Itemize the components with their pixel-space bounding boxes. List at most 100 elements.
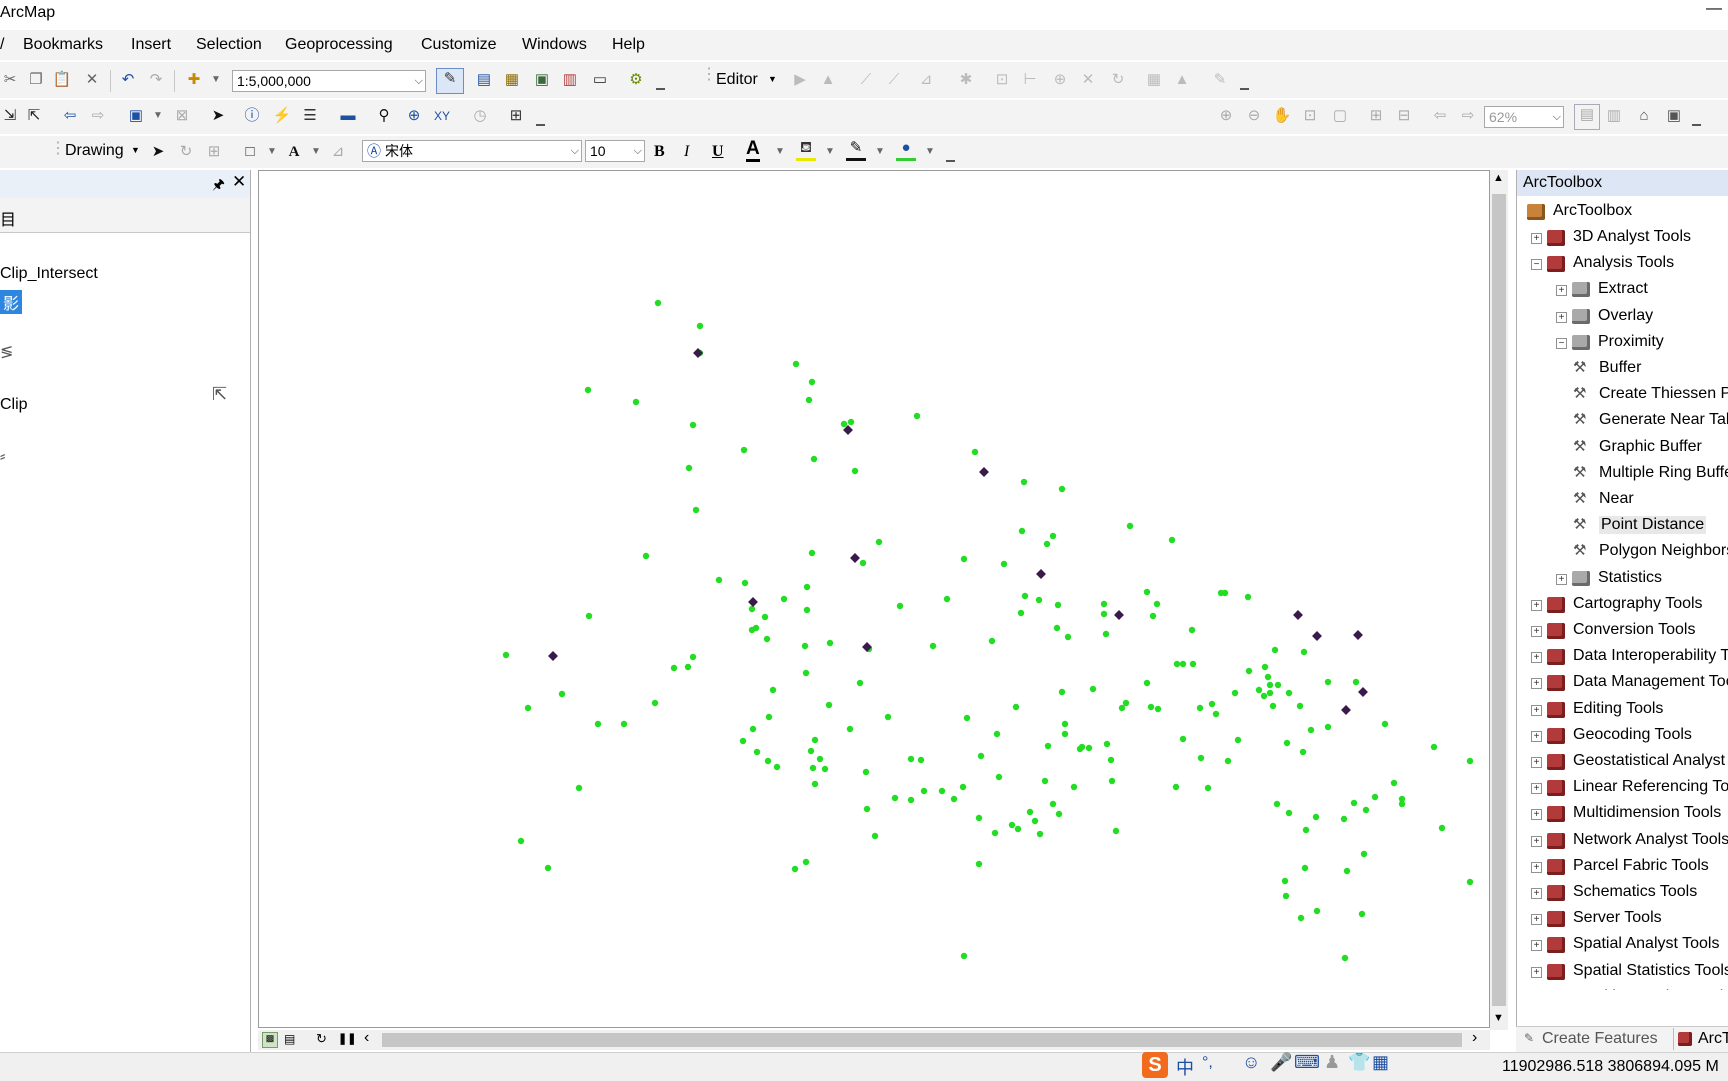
expand-icon[interactable]: + [1531,705,1542,716]
menu-bookmarks[interactable]: Bookmarks [23,36,103,54]
expand-icon[interactable]: + [1531,652,1542,663]
skin-icon[interactable]: 👕 [1348,1052,1370,1073]
construction-tools-icon[interactable]: ⊿ [916,70,936,90]
select-dropdown-icon[interactable]: ▼ [148,106,168,126]
add-data-dropdown-icon[interactable]: ▼ [206,70,226,90]
undo-icon[interactable]: ↶ [118,70,138,90]
toolbar-overflow-icon[interactable] [656,74,665,90]
tree-item[interactable]: ⚒Multiple Ring Buffer [1517,462,1728,486]
tree-item[interactable]: +Linear Referencing Tools [1517,776,1728,800]
tree-item[interactable]: +Spatial Statistics Tools [1517,960,1728,984]
sogou-ime-icon[interactable]: S [1142,1052,1168,1078]
menu-selection[interactable]: Selection [196,36,262,54]
tree-item[interactable]: +Statistics [1517,567,1728,591]
pause-drawing-icon[interactable]: ❚❚ [338,1032,356,1045]
fixed-zoom-out-icon[interactable]: ⇱ [24,106,44,126]
data-driven-pages-icon[interactable]: ▣ [1664,106,1684,126]
expand-icon[interactable]: + [1531,940,1542,951]
layout-view-icon[interactable]: ▤ [284,1032,295,1046]
underline-button[interactable]: U [712,143,724,161]
text-icon[interactable]: A [284,142,304,162]
expand-icon[interactable]: + [1531,731,1542,742]
scroll-up-icon[interactable]: ▲ [1493,172,1504,184]
toolbar-overflow-icon[interactable] [946,146,955,162]
tree-item[interactable]: +Server Tools [1517,907,1728,931]
select-elements-icon[interactable]: ➤ [208,106,228,126]
tree-item[interactable]: ⚒Generate Near Table [1517,409,1728,433]
menu-geoprocessing[interactable]: Geoprocessing [285,36,393,54]
add-data-icon[interactable]: ✚ [184,70,204,90]
expand-icon[interactable]: + [1531,757,1542,768]
menu-help[interactable]: Help [612,36,645,54]
tree-item[interactable]: +Network Analyst Tools [1517,829,1728,853]
expand-icon[interactable]: + [1531,600,1542,611]
punctuation-icon[interactable]: °, [1202,1054,1213,1072]
tree-item[interactable]: ⚒Buffer [1517,357,1728,381]
arctoolbox-icon[interactable]: ▥ [560,70,580,90]
select-elements-icon[interactable]: ➤ [148,142,168,162]
data-view-icon[interactable]: ▩ [262,1032,278,1048]
chevron-down-icon[interactable]: ⌵ [415,71,423,91]
font-size-combo[interactable]: 10 ⌵ [585,140,645,162]
chevron-down-icon[interactable]: ⌵ [634,141,642,161]
tree-item[interactable]: ⚒Graphic Buffer [1517,436,1728,460]
toolbar-overflow-icon[interactable] [1240,74,1249,90]
expand-icon[interactable]: + [1531,233,1542,244]
endpoint-arc-icon[interactable]: ⟋ [884,70,904,90]
fixed-zoom-in-icon[interactable]: ⇲ [0,106,20,126]
tree-item[interactable]: +Geocoding Tools [1517,724,1728,748]
delete-icon[interactable]: ✕ [82,70,102,90]
layer-clip[interactable]: Clip [0,396,28,414]
layout-zoom-combo[interactable]: 62% ⌵ [1484,106,1564,128]
editor-toolbar-toggle-icon[interactable]: ✎ [436,68,464,94]
chevron-down-icon[interactable]: ⌵ [571,141,579,161]
expand-icon[interactable]: + [1531,836,1542,847]
tree-item[interactable]: +Editing Tools [1517,698,1728,722]
italic-button[interactable]: I [684,143,689,161]
text-dropdown-icon[interactable]: ▼ [306,142,326,162]
drawing-dropdown-icon[interactable]: ▼ [131,145,140,155]
emoji-icon[interactable]: ☺ [1242,1052,1260,1073]
forward-extent-icon[interactable]: ⇨ [88,106,108,126]
font-name-combo[interactable]: Ⓐ宋体 ⌵ [362,140,582,162]
layout-zoom-out-icon[interactable]: ⊖ [1244,106,1264,126]
rotate-icon[interactable]: ↻ [1108,70,1128,90]
expand-icon[interactable]: + [1556,574,1567,585]
layer-clip-intersect[interactable]: Clip_Intersect [0,265,98,283]
go-forward-extent-icon[interactable]: ⇨ [1458,106,1478,126]
create-viewer-window-icon[interactable]: ⊞ [506,106,526,126]
tree-item[interactable]: +Extract [1517,278,1728,302]
change-layout-icon[interactable]: ⌂ [1634,106,1654,126]
fill-color-icon[interactable]: ⛾ [796,138,816,161]
line-color-icon[interactable]: ✎ [846,138,866,161]
edit-tool-icon[interactable]: ▶ [790,70,810,90]
expand-icon[interactable]: + [1531,888,1542,899]
identify-icon[interactable]: ⓘ [242,106,262,126]
voice-icon[interactable]: 🎤 [1270,1052,1292,1073]
font-color-button[interactable]: A [746,139,760,162]
back-extent-icon[interactable]: ⇦ [60,106,80,126]
find-icon[interactable]: ⚲ [374,106,394,126]
reshape-icon[interactable]: ⊢ [1020,70,1040,90]
tab-arctoolbox[interactable]: ArcToolbox [1698,1030,1728,1048]
pin-icon[interactable]: 🖈 [212,174,225,198]
tree-item[interactable]: ⚒Create Thiessen Polygons [1517,383,1728,407]
expand-icon[interactable]: + [1531,626,1542,637]
marker-color-dropdown-icon[interactable]: ▼ [920,142,940,162]
expand-icon[interactable]: + [1531,862,1542,873]
tree-item[interactable]: +Data Interoperability Tools [1517,645,1728,669]
edit-vertices-icon[interactable]: ⊡ [992,70,1012,90]
ime-language-toggle[interactable]: 中 [1176,1054,1194,1080]
collapse-icon[interactable]: − [1531,259,1542,270]
redo-icon[interactable]: ↷ [146,70,166,90]
expand-icon[interactable]: + [1531,809,1542,820]
expand-icon[interactable]: + [1531,783,1542,794]
tree-item[interactable]: +Overlay [1517,305,1728,329]
toolbar-overflow-icon[interactable] [536,110,545,126]
go-back-extent-icon[interactable]: ⇦ [1430,106,1450,126]
horizontal-scroll-thumb[interactable] [382,1033,1462,1047]
tree-item[interactable]: −Analysis Tools [1517,252,1728,276]
copy-icon[interactable]: ❐ [26,70,46,90]
tree-item[interactable]: +Parcel Fabric Tools [1517,855,1728,879]
measure-icon[interactable]: ▬ [338,106,358,126]
